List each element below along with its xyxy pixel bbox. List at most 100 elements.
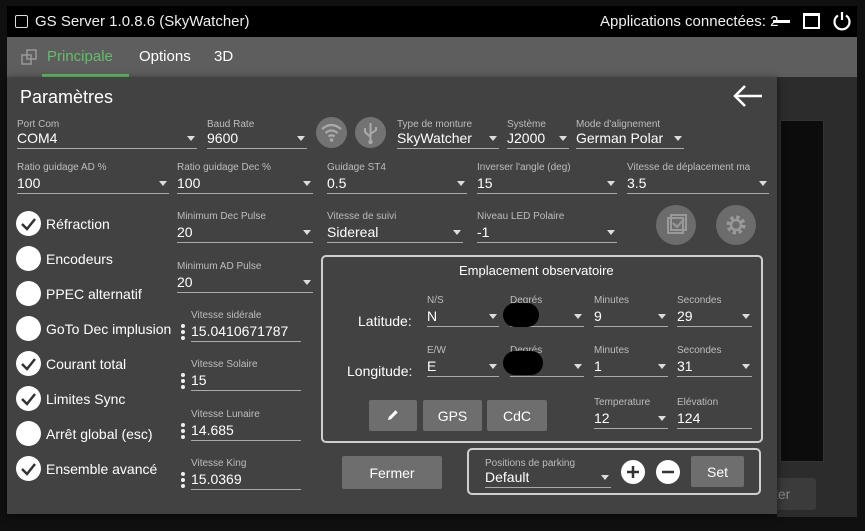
apps-connected: Applications connectées: 2 xyxy=(600,13,779,30)
temperature-select[interactable]: Temperature 12 xyxy=(594,397,668,429)
chevron-down-icon xyxy=(489,364,497,369)
field-label: Vitesse de suivi xyxy=(327,211,397,222)
king-rate-input[interactable]: Vitesse King 15.0369 xyxy=(191,458,301,490)
field-label: Vitesse King xyxy=(191,458,247,469)
tab-3d[interactable]: 3D xyxy=(214,48,233,65)
drag-icon[interactable] xyxy=(181,324,185,342)
cdc-button[interactable]: CdC xyxy=(487,400,547,431)
checkbox-label: Limites Sync xyxy=(46,391,126,407)
gps-button[interactable]: GPS xyxy=(423,400,482,431)
ew-select[interactable]: E/W E xyxy=(427,345,499,377)
full-current-checkbox[interactable] xyxy=(16,351,41,376)
back-arrow-icon[interactable] xyxy=(733,85,763,107)
observatory-title: Emplacement observatoire xyxy=(459,263,614,278)
remove-parking-button[interactable] xyxy=(656,460,680,484)
field-label: Inverser l'angle (deg) xyxy=(477,162,571,173)
usb-icon xyxy=(364,123,377,145)
usb-button[interactable] xyxy=(355,117,386,148)
checkbox-label: Ensemble avancé xyxy=(46,461,158,477)
chevron-down-icon xyxy=(489,136,497,141)
close-button[interactable]: Fermer xyxy=(342,456,442,489)
ra-guide-ratio-select[interactable]: Ratio guidage AD % 100 xyxy=(17,162,169,194)
chevron-down-icon xyxy=(742,314,750,319)
dialog-title: Paramètres xyxy=(20,87,114,107)
field-value: 3.5 xyxy=(627,175,647,191)
checkbox-icon[interactable] xyxy=(15,15,28,28)
encoders-checkbox[interactable] xyxy=(16,246,41,271)
maximize-icon[interactable] xyxy=(803,13,820,29)
set-parking-button[interactable]: Set xyxy=(691,456,744,487)
polar-led-select[interactable]: Niveau LED Polaire -1 xyxy=(477,211,617,243)
edit-button[interactable] xyxy=(369,400,417,431)
slew-speed-select[interactable]: Vitesse de déplacement ma 3.5 xyxy=(627,162,769,194)
tracking-rate-select[interactable]: Vitesse de suivi Sidereal xyxy=(327,211,463,243)
advanced-set-checkbox[interactable] xyxy=(16,456,41,481)
field-value: 20 xyxy=(177,274,193,290)
field-value: Default xyxy=(485,469,530,485)
chevron-down-icon xyxy=(742,364,750,369)
check-icon xyxy=(21,393,36,406)
settings-button[interactable] xyxy=(716,205,756,245)
wifi-button[interactable] xyxy=(316,117,347,148)
goto-dec-pulse-checkbox[interactable] xyxy=(16,316,41,341)
window-icon[interactable] xyxy=(21,49,38,66)
checkbox-label: Courant total xyxy=(46,356,127,372)
field-label: Système xyxy=(507,119,546,130)
parking-select[interactable]: Positions de parking Default xyxy=(485,458,611,488)
lon-minutes-select[interactable]: Minutes 1 xyxy=(594,345,668,377)
refraction-checkbox[interactable] xyxy=(16,211,41,236)
check-icon xyxy=(667,214,687,234)
field-value: 31 xyxy=(677,358,693,374)
power-icon[interactable] xyxy=(832,11,852,31)
field-value: German Polar xyxy=(576,130,664,146)
dec-guide-ratio-select[interactable]: Ratio guidage Dec % 100 xyxy=(177,162,313,194)
sidereal-rate-input[interactable]: Vitesse sidérale 15.0410671787 xyxy=(191,310,301,342)
baud-rate-select[interactable]: Baud Rate 9600 xyxy=(207,119,307,149)
chevron-down-icon xyxy=(607,230,615,235)
lat-minutes-select[interactable]: Minutes 9 xyxy=(594,295,668,327)
lat-seconds-select[interactable]: Secondes 29 xyxy=(677,295,752,327)
field-value: 9 xyxy=(594,308,602,324)
field-label: Vitesse de déplacement ma xyxy=(627,162,751,173)
field-label: Vitesse Solaire xyxy=(191,359,258,370)
elevation-input[interactable]: Elévation 124 xyxy=(677,397,752,429)
field-label: Port Com xyxy=(17,119,60,130)
lunar-rate-input[interactable]: Vitesse Lunaire 14.685 xyxy=(191,409,301,441)
chevron-down-icon xyxy=(453,230,461,235)
checklist-button[interactable] xyxy=(656,205,696,245)
chevron-down-icon xyxy=(457,181,465,186)
drag-icon[interactable] xyxy=(181,373,185,391)
chevron-down-icon xyxy=(601,475,609,480)
alignment-mode-select[interactable]: Mode d'alignement German Polar xyxy=(576,119,684,149)
field-label: Vitesse sidérale xyxy=(191,310,262,321)
minimize-icon[interactable] xyxy=(773,20,790,23)
flip-angle-select[interactable]: Inverser l'angle (deg) 15 xyxy=(477,162,617,194)
tab-principale[interactable]: Principale xyxy=(47,48,113,65)
drag-icon[interactable] xyxy=(181,423,185,441)
tab-options[interactable]: Options xyxy=(139,48,191,65)
min-dec-pulse-select[interactable]: Minimum Dec Pulse 20 xyxy=(177,211,313,243)
add-parking-button[interactable] xyxy=(621,460,645,484)
field-value: 15 xyxy=(477,175,493,191)
mount-type-select[interactable]: Type de monture SkyWatcher xyxy=(397,119,499,149)
sync-limits-checkbox[interactable] xyxy=(16,386,41,411)
chevron-down-icon xyxy=(187,136,195,141)
observatory-box: Emplacement observatoire Latitude: Longi… xyxy=(321,255,763,443)
field-label: Niveau LED Polaire xyxy=(477,211,565,222)
ns-select[interactable]: N/S N xyxy=(427,295,499,327)
chevron-down-icon xyxy=(658,364,666,369)
latitude-label: Latitude: xyxy=(358,313,412,329)
lon-seconds-select[interactable]: Secondes 31 xyxy=(677,345,752,377)
min-ra-pulse-select[interactable]: Minimum AD Pulse 20 xyxy=(177,261,313,293)
drag-icon[interactable] xyxy=(181,472,185,490)
field-value: 29 xyxy=(677,308,693,324)
alt-ppec-checkbox[interactable] xyxy=(16,281,41,306)
system-select[interactable]: Système J2000 xyxy=(507,119,569,149)
com-port-select[interactable]: Port Com COM4 xyxy=(17,119,197,149)
field-label: Minimum AD Pulse xyxy=(177,261,262,272)
chevron-down-icon xyxy=(759,181,767,186)
solar-rate-input[interactable]: Vitesse Solaire 15 xyxy=(191,359,301,391)
st4-guide-select[interactable]: Guidage ST4 0.5 xyxy=(327,162,467,194)
global-stop-checkbox[interactable] xyxy=(16,421,41,446)
window-title: GS Server 1.0.8.6 (SkyWatcher) xyxy=(35,13,250,30)
